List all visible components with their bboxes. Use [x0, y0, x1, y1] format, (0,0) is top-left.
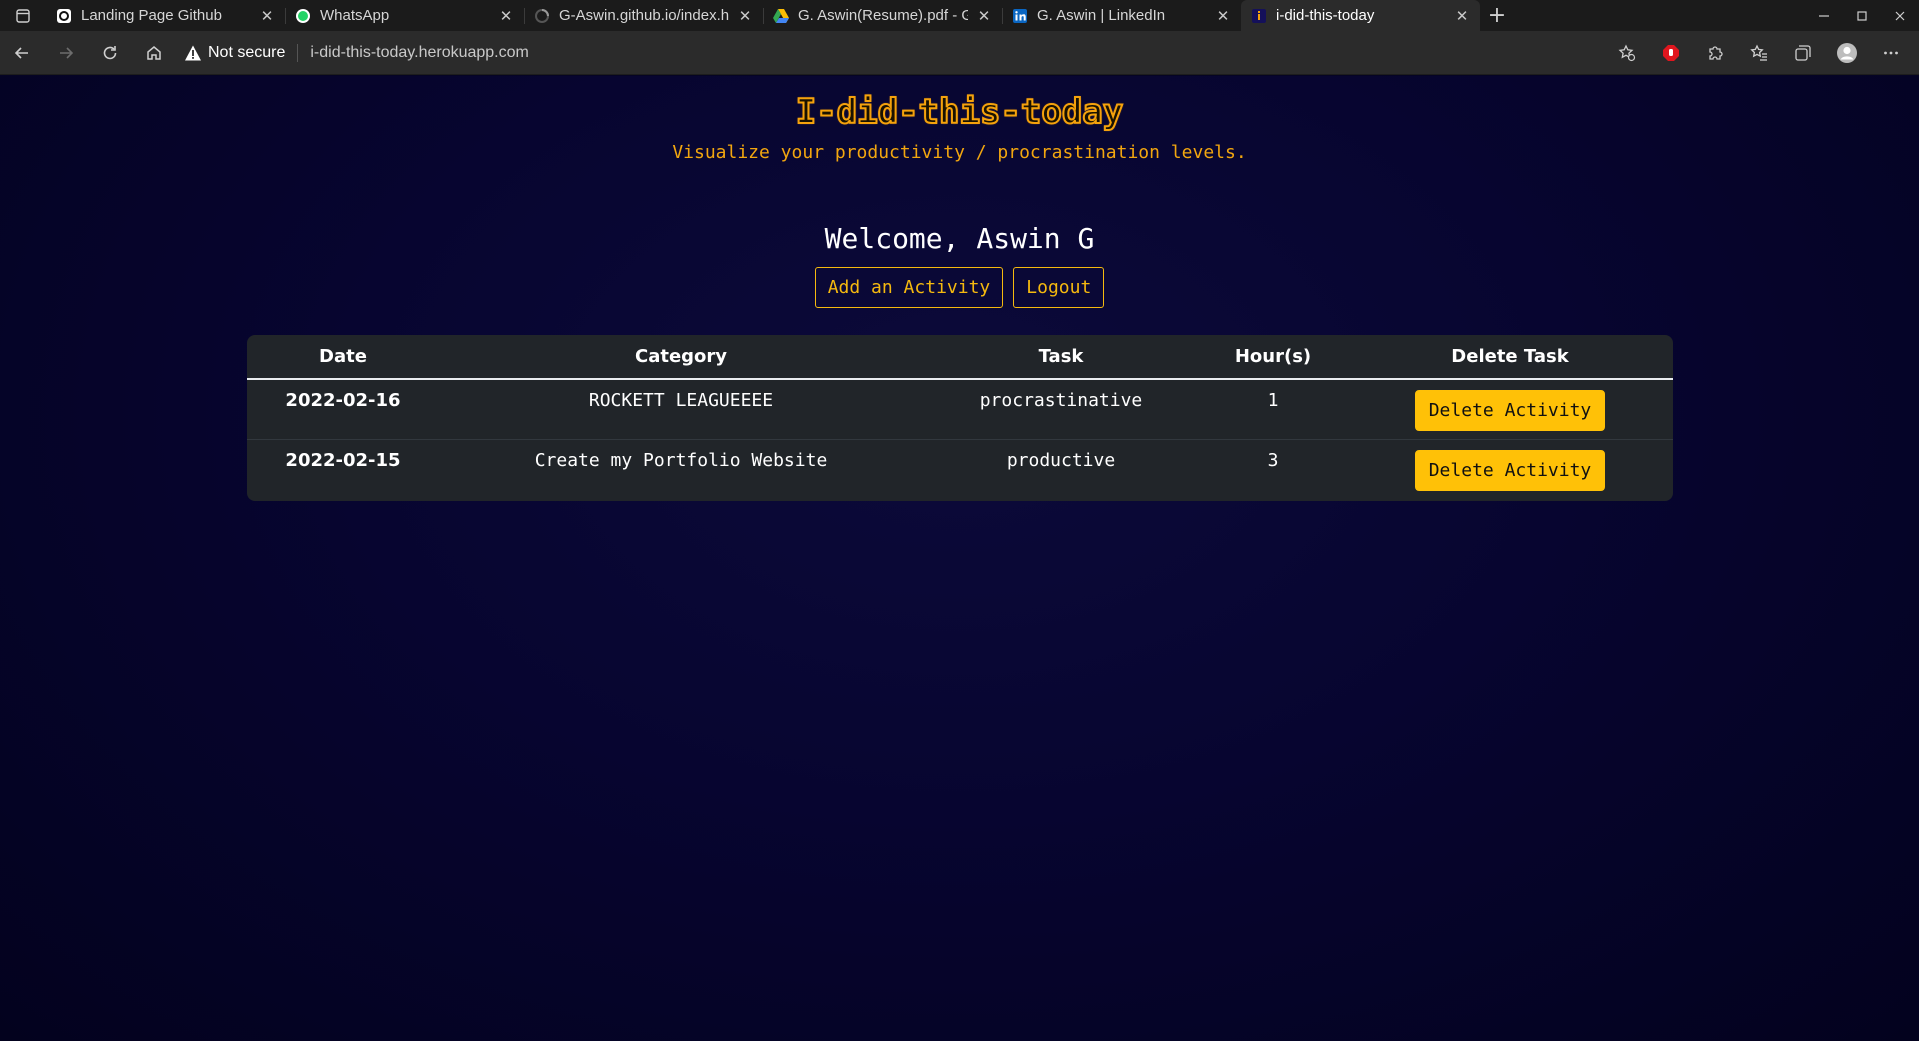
minimize-icon — [1819, 14, 1829, 17]
cell-task: procrastinative — [923, 379, 1199, 440]
tab-actions-icon — [16, 8, 30, 23]
activity-table: Date Category Task Hour(s) Delete Task 2… — [247, 335, 1673, 499]
cell-category: ROCKETT LEAGUEEEE — [439, 379, 923, 440]
tab-title: Landing Page Github — [81, 7, 222, 24]
table-row: 2022-02-15 Create my Portfolio Website p… — [247, 439, 1673, 499]
tab-whatsapp[interactable]: WhatsApp ✕ — [285, 0, 524, 31]
column-header-date: Date — [247, 335, 439, 380]
puzzle-icon — [1709, 45, 1723, 60]
cell-hours: 1 — [1199, 379, 1347, 440]
cell-hours: 3 — [1267, 449, 1279, 471]
action-buttons: Add an Activity Logout — [0, 267, 1919, 308]
more-options-icon — [1884, 51, 1898, 54]
column-header-delete: Delete Task — [1347, 335, 1673, 380]
maximize-icon — [1857, 10, 1867, 21]
toolbar-right-buttons — [1605, 31, 1913, 75]
tab-close-icon[interactable]: ✕ — [737, 7, 753, 25]
tab-close-icon[interactable]: ✕ — [1454, 7, 1470, 25]
collections-icon — [1795, 44, 1811, 61]
warning-icon — [185, 45, 201, 60]
loading-icon — [534, 8, 550, 24]
close-icon — [1895, 11, 1905, 20]
collections-button[interactable] — [1781, 31, 1825, 75]
cell-delete: Delete Activity — [1347, 439, 1673, 499]
brand-title: I-did-this-today — [795, 91, 1125, 133]
tab-landing-page-github[interactable]: Landing Page Github ✕ — [46, 0, 285, 31]
new-tab-button[interactable]: + — [1480, 0, 1514, 31]
reload-icon — [103, 45, 117, 59]
add-favorite-button[interactable] — [1605, 31, 1649, 75]
browser-tab-strip: Landing Page Github ✕ WhatsApp ✕ G-Aswin… — [0, 0, 1919, 31]
avatar-icon — [1837, 42, 1857, 63]
welcome-message: Welcome, Aswin G — [824, 222, 1095, 255]
tab-resume-pdf[interactable]: G. Aswin(Resume).pdf - G ✕ — [763, 0, 1002, 31]
extensions-button[interactable] — [1693, 31, 1737, 75]
back-arrow-icon — [14, 46, 28, 59]
table-header-row: Date Category Task Hour(s) Delete Task — [247, 335, 1673, 380]
forward-arrow-icon — [60, 46, 74, 59]
favorites-button[interactable] — [1737, 31, 1781, 75]
profile-button[interactable] — [1825, 31, 1869, 75]
home-button[interactable] — [132, 31, 176, 75]
tab-linkedin[interactable]: G. Aswin | LinkedIn ✕ — [1002, 0, 1241, 31]
delete-activity-button[interactable]: Delete Activity — [1414, 390, 1606, 431]
browser-toolbar: Not secure i-did-this-today.herokuapp.co… — [0, 31, 1919, 75]
address-separator — [297, 43, 299, 62]
favorites-icon — [1750, 43, 1767, 61]
tab-github-index[interactable]: G-Aswin.github.io/index.h ✕ — [524, 0, 763, 31]
minimize-button[interactable] — [1805, 0, 1843, 31]
site-icon — [1251, 8, 1267, 24]
logout-button[interactable]: Logout — [1013, 267, 1105, 308]
close-window-button[interactable] — [1881, 0, 1919, 31]
tab-title: G. Aswin | LinkedIn — [1037, 7, 1166, 24]
activity-table-container: Date Category Task Hour(s) Delete Task 2… — [247, 335, 1673, 501]
star-add-icon — [1618, 43, 1636, 61]
tagline: Visualize your productivity / procrastin… — [672, 142, 1247, 163]
add-activity-button[interactable]: Add an Activity — [814, 267, 1004, 308]
table-row: 2022-02-16 ROCKETT LEAGUEEEE procrastina… — [247, 379, 1673, 440]
tab-title: WhatsApp — [320, 7, 390, 24]
page-content: I-did-this-today Visualize your producti… — [0, 76, 1919, 1041]
column-header-task: Task — [923, 335, 1199, 380]
security-status-label[interactable]: Not secure — [208, 44, 285, 62]
column-header-category: Category — [439, 335, 923, 380]
window-controls — [1805, 0, 1919, 31]
address-bar[interactable]: Not secure i-did-this-today.herokuapp.co… — [184, 37, 1605, 69]
reload-button[interactable] — [88, 31, 132, 75]
linkedin-icon — [1012, 8, 1028, 24]
home-icon — [147, 45, 161, 60]
plus-icon: + — [1487, 3, 1507, 28]
column-header-hours: Hour(s) — [1199, 335, 1347, 380]
tab-i-did-this-today[interactable]: i-did-this-today ✕ — [1241, 0, 1480, 31]
github-pages-icon — [56, 8, 72, 24]
extension-button[interactable] — [1649, 31, 1693, 75]
forward-button[interactable] — [44, 31, 88, 75]
tab-close-icon[interactable]: ✕ — [1215, 7, 1231, 25]
cell-date: 2022-02-15 — [285, 449, 401, 471]
maximize-button[interactable] — [1843, 0, 1881, 31]
google-drive-icon — [773, 8, 789, 24]
tab-title: G. Aswin(Resume).pdf - G — [798, 7, 968, 24]
stop-hand-icon — [1663, 44, 1679, 61]
whatsapp-icon — [295, 8, 311, 24]
menu-button[interactable] — [1869, 31, 1913, 75]
back-button[interactable] — [0, 31, 44, 75]
delete-activity-button[interactable]: Delete Activity — [1414, 449, 1606, 491]
tab-close-icon[interactable]: ✕ — [498, 7, 514, 25]
url-text[interactable]: i-did-this-today.herokuapp.com — [310, 44, 528, 62]
tab-close-icon[interactable]: ✕ — [259, 7, 275, 25]
tab-actions-button[interactable] — [0, 0, 46, 31]
cell-task: productive — [1006, 449, 1116, 471]
cell-delete: Delete Activity — [1347, 379, 1673, 440]
tab-title: i-did-this-today — [1276, 7, 1375, 24]
cell-category: Create my Portfolio Website — [534, 449, 828, 471]
cell-date: 2022-02-16 — [247, 379, 439, 440]
tab-close-icon[interactable]: ✕ — [976, 7, 992, 25]
tab-title: G-Aswin.github.io/index.h — [559, 7, 729, 24]
